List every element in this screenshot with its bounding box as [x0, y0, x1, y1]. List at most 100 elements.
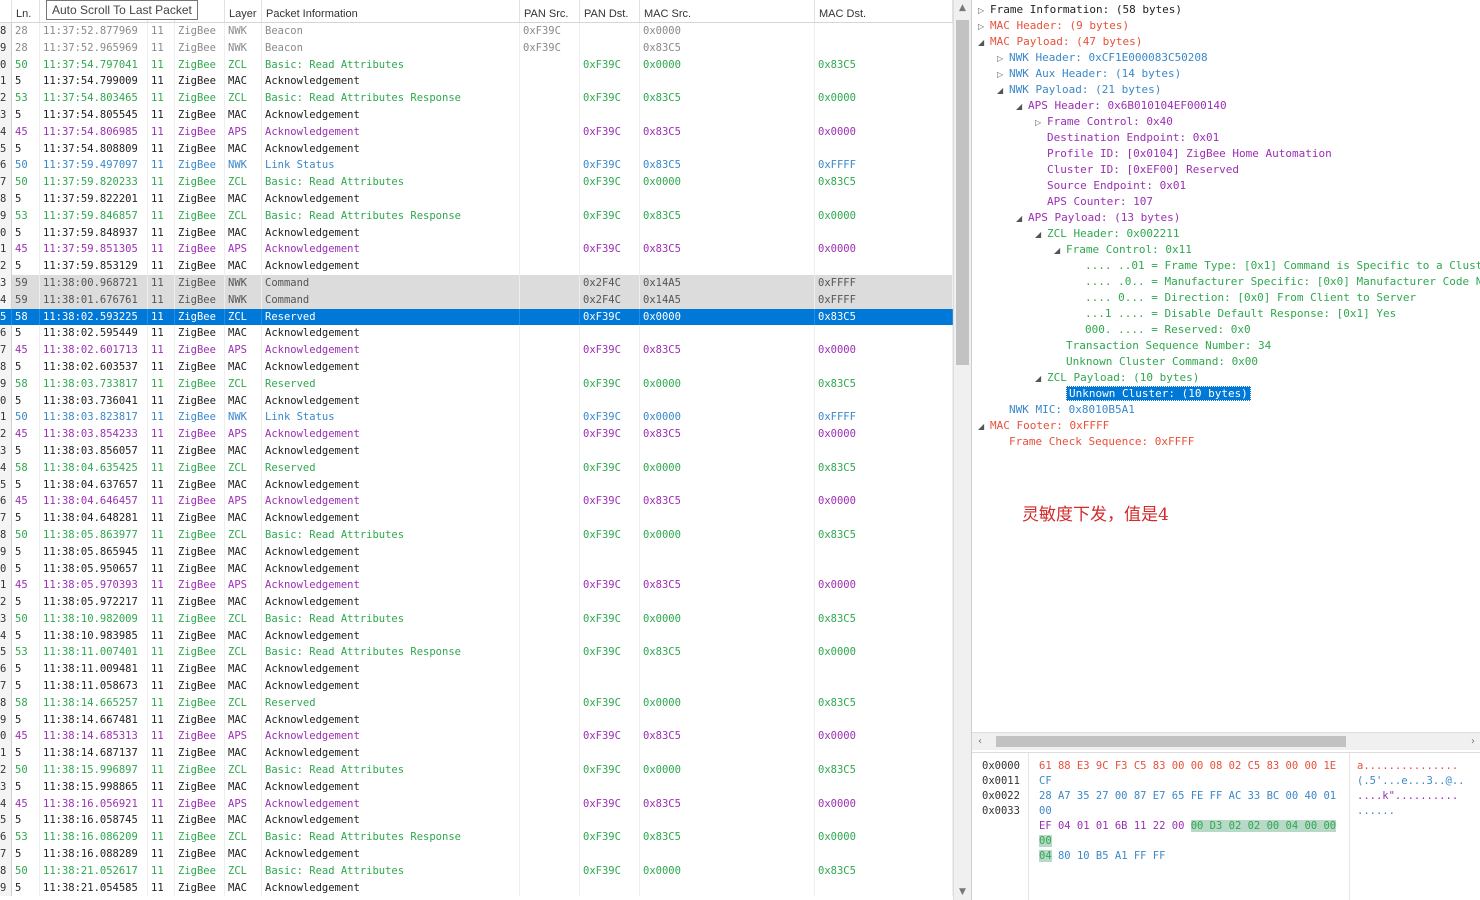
table-row[interactable]: 2 5 11:37:59.853129 11 ZigBee MAC Acknowledgem… — [0, 258, 953, 275]
tree-node[interactable]: ▷ NWK Header: 0xCF1E000083C50208 — [997, 50, 1208, 66]
hex-byte-line[interactable]: 04 80 10 B5 A1 FF FF — [1039, 850, 1165, 862]
expanded-triangle-icon[interactable]: ◢ — [1035, 227, 1047, 243]
scroll-thumb[interactable] — [996, 736, 1346, 747]
table-row[interactable]: 8 5 11:37:59.822201 11 ZigBee MAC Acknowledgem… — [0, 190, 953, 208]
table-row[interactable]: 0 5 11:38:03.736041 11 ZigBee MAC Acknowledgem… — [0, 392, 953, 410]
tree-node[interactable]: ◢ MAC Footer: 0xFFFF — [978, 418, 1109, 434]
table-row[interactable]: 4 45 11:37:54.806985 11 ZigBee APS Acknowledge… — [0, 123, 953, 141]
table-row[interactable]: 5 5 11:38:04.637657 11 ZigBee MAC Acknowledgem… — [0, 476, 953, 494]
hex-byte-line[interactable]: 00 — [1039, 835, 1052, 847]
tree-node[interactable]: Profile ID: [0x0104] ZigBee Home Automat… — [1035, 146, 1332, 162]
column-header[interactable]: Ln. — [12, 0, 40, 22]
table-row[interactable]: 8 5 11:38:02.603537 11 ZigBee MAC Acknowledgem… — [0, 358, 953, 376]
scroll-up-icon[interactable]: ▲ — [954, 0, 971, 16]
tree-node[interactable]: ▷ MAC Header: (9 bytes) — [978, 18, 1129, 34]
collapsed-triangle-icon[interactable]: ▷ — [997, 51, 1009, 67]
scroll-thumb[interactable] — [956, 20, 969, 365]
packet-list-vertical-scrollbar[interactable]: ▲ ▼ — [953, 0, 971, 900]
tree-node[interactable]: .... 0... = Direction: [0x0] From Client… — [1073, 290, 1416, 306]
table-row[interactable]: 9 28 11:37:52.965969 11 ZigBee NWK Beacon 0xF39… — [0, 39, 953, 57]
column-header[interactable]: PAN Src. — [520, 0, 580, 22]
tree-node[interactable]: ▷ Frame Information: (58 bytes) — [978, 2, 1182, 18]
column-header[interactable]: MAC Dst. — [815, 0, 953, 22]
table-row[interactable]: 2 53 11:37:54.803465 11 ZigBee ZCL Basic: Read… — [0, 90, 953, 107]
scroll-left-icon[interactable]: ‹ — [972, 733, 988, 750]
tree-node[interactable]: ◢ APS Header: 0x6B010104EF000140 — [1016, 98, 1227, 114]
collapsed-triangle-icon[interactable]: ▷ — [997, 67, 1009, 83]
expanded-triangle-icon[interactable]: ◢ — [997, 83, 1009, 99]
hex-byte-line[interactable]: CF — [1039, 775, 1052, 787]
tree-node[interactable]: Unknown Cluster: (10 bytes) — [1054, 386, 1251, 402]
tree-node[interactable]: ▷ NWK Aux Header: (14 bytes) — [997, 66, 1181, 82]
table-row[interactable]: 1 5 11:37:54.799009 11 ZigBee MAC Acknowledgem… — [0, 73, 953, 91]
table-row[interactable]: 4 45 11:38:16.056921 11 ZigBee APS Acknowledge… — [0, 795, 953, 813]
table-row[interactable]: 6 45 11:38:04.646457 11 ZigBee APS Acknowledge… — [0, 493, 953, 511]
table-row[interactable]: 9 53 11:37:59.846857 11 ZigBee ZCL Basic: Read… — [0, 207, 953, 225]
table-row[interactable]: 9 5 11:38:21.054585 11 ZigBee MAC Acknowledgem… — [0, 879, 953, 897]
expanded-triangle-icon[interactable]: ◢ — [1016, 211, 1028, 227]
table-row[interactable]: 8 50 11:38:21.052617 11 ZigBee ZCL Basic: Read… — [0, 862, 953, 880]
table-row[interactable]: 5 5 11:37:54.808809 11 ZigBee MAC Acknowledgem… — [0, 140, 953, 158]
table-row[interactable]: 8 50 11:38:05.863977 11 ZigBee ZCL Basic: Read… — [0, 526, 953, 544]
table-row[interactable]: 7 45 11:38:02.601713 11 ZigBee APS Acknowledge… — [0, 342, 953, 359]
tree-node[interactable]: Source Endpoint: 0x01 — [1035, 178, 1186, 194]
table-row[interactable]: 1 5 11:38:14.687137 11 ZigBee MAC Acknowledgem… — [0, 745, 953, 763]
table-row[interactable]: 3 5 11:38:15.998865 11 ZigBee MAC Acknowledgem… — [0, 778, 953, 796]
table-row[interactable]: 6 5 11:38:11.009481 11 ZigBee MAC Acknowledgem… — [0, 661, 953, 679]
collapsed-triangle-icon[interactable]: ▷ — [1035, 115, 1047, 131]
table-row[interactable]: 2 5 11:38:05.972217 11 ZigBee MAC Acknowledgem… — [0, 594, 953, 611]
column-header[interactable]: Packet Information — [262, 0, 520, 22]
table-row[interactable]: 5 58 11:38:02.593225 11 ZigBee ZCL Reserved 0xF… — [0, 308, 953, 326]
tree-node[interactable]: ◢ ZCL Payload: (10 bytes) — [1035, 370, 1199, 386]
table-row[interactable]: 0 50 11:37:54.797041 11 ZigBee ZCL Basic: Read… — [0, 56, 953, 74]
table-row[interactable]: 7 5 11:38:16.088289 11 ZigBee MAC Acknowledgem… — [0, 846, 953, 863]
table-row[interactable]: 6 53 11:38:16.086209 11 ZigBee ZCL Basic: Read… — [0, 829, 953, 847]
table-row[interactable]: 5 5 11:38:16.058745 11 ZigBee MAC Acknowledgem… — [0, 812, 953, 830]
table-row[interactable]: 0 5 11:37:59.848937 11 ZigBee MAC Acknowledgem… — [0, 224, 953, 242]
hex-byte-line[interactable]: EF 04 01 01 6B 11 22 00 00 D3 02 02 00 0… — [1039, 820, 1337, 832]
column-header[interactable]: Layer — [225, 0, 262, 22]
tree-node[interactable]: NWK MIC: 0x8010B5A1 — [997, 402, 1135, 418]
collapsed-triangle-icon[interactable]: ▷ — [978, 3, 990, 19]
tree-node[interactable]: ◢ Frame Control: 0x11 — [1054, 242, 1192, 258]
expanded-triangle-icon[interactable]: ◢ — [1016, 99, 1028, 115]
table-row[interactable]: 2 45 11:38:03.854233 11 ZigBee APS Acknowledge… — [0, 426, 953, 443]
column-header[interactable]: PAN Dst. — [580, 0, 640, 22]
tree-node[interactable]: APS Counter: 107 — [1035, 194, 1153, 210]
tree-node[interactable]: .... ..01 = Frame Type: [0x1] Command is… — [1073, 258, 1480, 274]
tree-node[interactable]: ...1 .... = Disable Default Response: [0… — [1073, 306, 1396, 322]
tree-node[interactable]: ◢ ZCL Header: 0x002211 — [1035, 226, 1179, 242]
table-row[interactable]: 4 59 11:38:01.676761 11 ZigBee NWK Command 0x2F… — [0, 291, 953, 309]
scroll-down-icon[interactable]: ▼ — [954, 884, 971, 900]
tree-node[interactable]: ◢ APS Payload: (13 bytes) — [1016, 210, 1180, 226]
tree-node[interactable]: Cluster ID: [0xEF00] Reserved — [1035, 162, 1239, 178]
table-row[interactable]: 3 5 11:38:03.856057 11 ZigBee MAC Acknowledgem… — [0, 442, 953, 460]
table-row[interactable]: 0 5 11:38:05.950657 11 ZigBee MAC Acknowledgem… — [0, 560, 953, 578]
table-row[interactable]: 6 5 11:38:02.595449 11 ZigBee MAC Acknowledgem… — [0, 325, 953, 343]
table-row[interactable]: 3 50 11:38:10.982009 11 ZigBee ZCL Basic: Read… — [0, 610, 953, 628]
table-row[interactable]: 6 50 11:37:59.497097 11 ZigBee NWK Link Status… — [0, 157, 953, 175]
table-row[interactable]: 8 58 11:38:14.665257 11 ZigBee ZCL Reserved 0xF… — [0, 694, 953, 712]
tree-node[interactable]: Unknown Cluster Command: 0x00 — [1054, 354, 1258, 370]
tree-node[interactable]: 000. .... = Reserved: 0x0 — [1073, 322, 1251, 338]
expanded-triangle-icon[interactable]: ◢ — [1054, 243, 1066, 259]
table-row[interactable]: 1 45 11:37:59.851305 11 ZigBee APS Acknowledge… — [0, 241, 953, 259]
table-row[interactable]: 7 5 11:38:11.058673 11 ZigBee MAC Acknowledgem… — [0, 678, 953, 695]
column-header[interactable]: MAC Src. — [640, 0, 815, 22]
scroll-right-icon[interactable]: › — [1465, 733, 1480, 750]
table-row[interactable]: 9 5 11:38:05.865945 11 ZigBee MAC Acknowledgem… — [0, 543, 953, 561]
hex-byte-line[interactable]: 61 88 E3 9C F3 C5 83 00 00 08 02 C5 83 0… — [1039, 760, 1336, 772]
table-row[interactable]: 5 53 11:38:11.007401 11 ZigBee ZCL Basic: Read… — [0, 644, 953, 662]
tree-node[interactable]: Frame Check Sequence: 0xFFFF — [997, 434, 1194, 450]
expanded-triangle-icon[interactable]: ◢ — [1035, 371, 1047, 387]
collapsed-triangle-icon[interactable]: ▷ — [978, 19, 990, 35]
tree-node[interactable]: ◢ MAC Payload: (47 bytes) — [978, 34, 1142, 50]
tree-node[interactable]: ▷ Frame Control: 0x40 — [1035, 114, 1173, 130]
hex-byte-line[interactable]: 28 A7 35 27 00 87 E7 65 FE FF AC 33 BC 0… — [1039, 790, 1336, 802]
expanded-triangle-icon[interactable]: ◢ — [978, 35, 990, 51]
decode-tree-horizontal-scrollbar[interactable]: ‹ › — [972, 732, 1480, 750]
table-row[interactable]: 4 58 11:38:04.635425 11 ZigBee ZCL Reserved 0xF… — [0, 459, 953, 477]
table-row[interactable]: 1 50 11:38:03.823817 11 ZigBee NWK Link Status… — [0, 409, 953, 427]
table-row[interactable]: 7 5 11:38:04.648281 11 ZigBee MAC Acknowledgem… — [0, 510, 953, 527]
table-row[interactable]: 2 50 11:38:15.996897 11 ZigBee ZCL Basic: Read… — [0, 762, 953, 779]
